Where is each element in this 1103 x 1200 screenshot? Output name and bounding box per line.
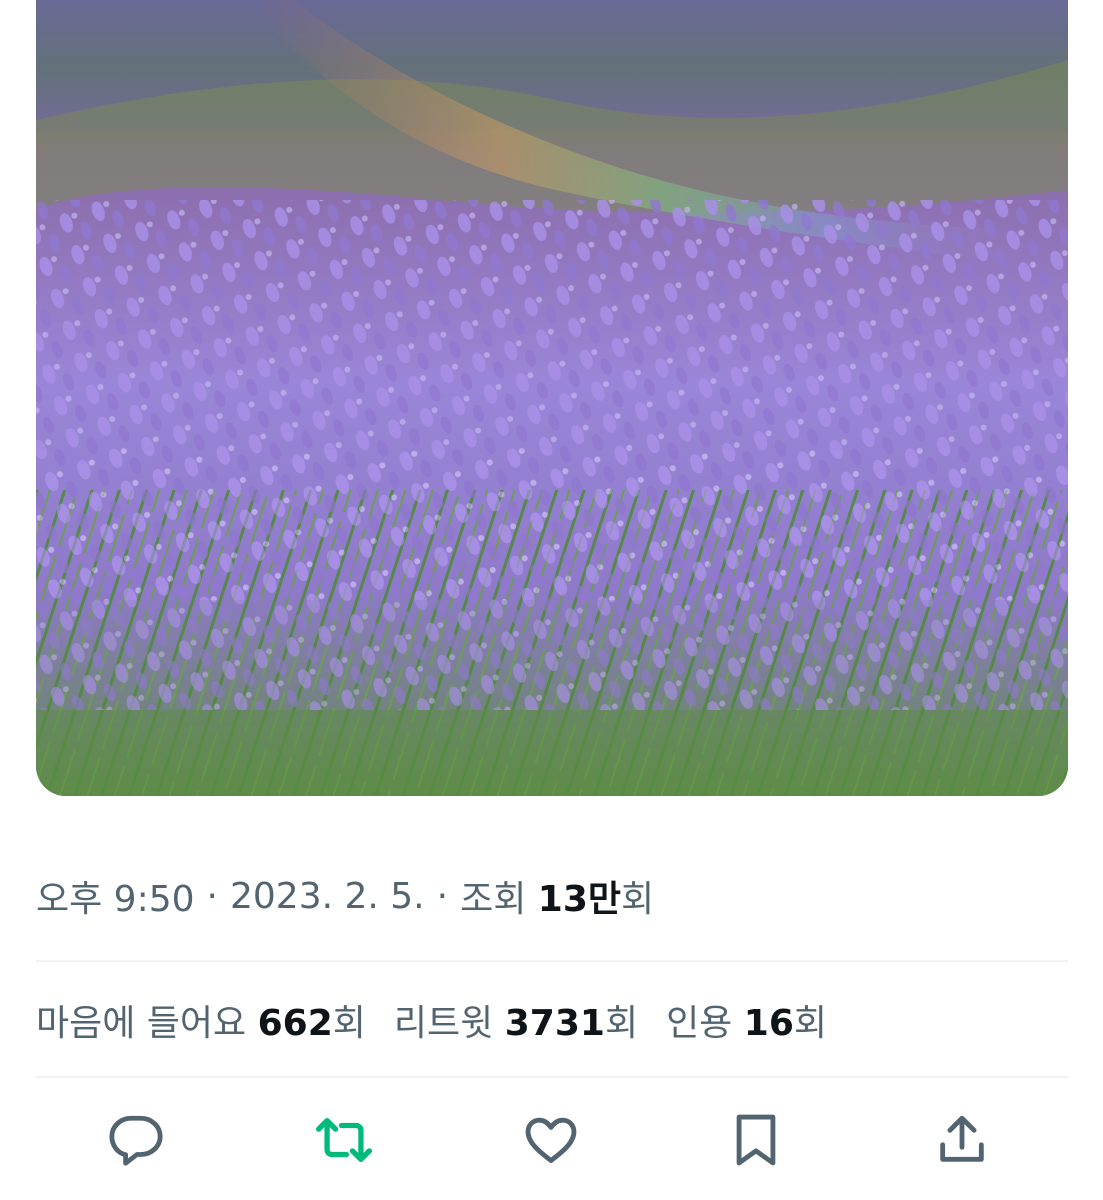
retweets-stat[interactable]: 리트윗 3731회 bbox=[394, 994, 638, 1046]
separator-dot: · bbox=[206, 875, 218, 917]
tweet-action-bar bbox=[36, 1100, 1068, 1180]
bookmark-button[interactable] bbox=[716, 1100, 796, 1180]
tweet-date[interactable]: 2023. 2. 5. bbox=[230, 876, 425, 917]
likes-count: 662 bbox=[257, 1003, 333, 1044]
tweet-timestamp-line: 오후 9:50 · 2023. 2. 5. · 조회 13만 회 bbox=[36, 868, 654, 924]
retweet-button[interactable] bbox=[304, 1100, 384, 1180]
likes-suffix: 회 bbox=[332, 1003, 366, 1044]
tweet-media-image[interactable] bbox=[36, 0, 1068, 796]
divider bbox=[36, 1076, 1068, 1078]
share-icon bbox=[940, 1115, 984, 1162]
views-suffix: 회 bbox=[621, 879, 655, 920]
quotes-label: 인용 bbox=[666, 1003, 733, 1044]
quotes-count: 16 bbox=[743, 1003, 794, 1044]
like-button[interactable] bbox=[511, 1100, 591, 1180]
quotes-suffix: 회 bbox=[793, 1003, 827, 1044]
reply-button[interactable] bbox=[96, 1100, 176, 1180]
retweet-icon bbox=[315, 1118, 373, 1162]
separator-dot: · bbox=[436, 875, 449, 917]
views-label: 조회 bbox=[460, 879, 527, 920]
retweets-label: 리트윗 bbox=[393, 1003, 494, 1044]
quotes-stat[interactable]: 인용 16회 bbox=[666, 994, 827, 1046]
reply-icon bbox=[109, 1115, 163, 1166]
divider bbox=[36, 960, 1068, 962]
likes-label: 마음에 들어요 bbox=[36, 1003, 247, 1044]
retweets-suffix: 회 bbox=[604, 1003, 639, 1044]
heart-icon bbox=[525, 1117, 577, 1163]
bookmark-icon bbox=[736, 1114, 776, 1166]
tweet-time[interactable]: 오후 9:50 bbox=[36, 870, 195, 922]
engagement-stats: 마음에 들어요 662회 리트윗 3731회 인용 16회 bbox=[36, 992, 855, 1048]
retweets-count: 3731 bbox=[504, 1003, 605, 1044]
share-button[interactable] bbox=[922, 1100, 1002, 1180]
lavender-field-photo bbox=[36, 0, 1068, 796]
likes-stat[interactable]: 마음에 들어요 662회 bbox=[36, 994, 366, 1046]
views-count: 13만 bbox=[537, 879, 622, 920]
